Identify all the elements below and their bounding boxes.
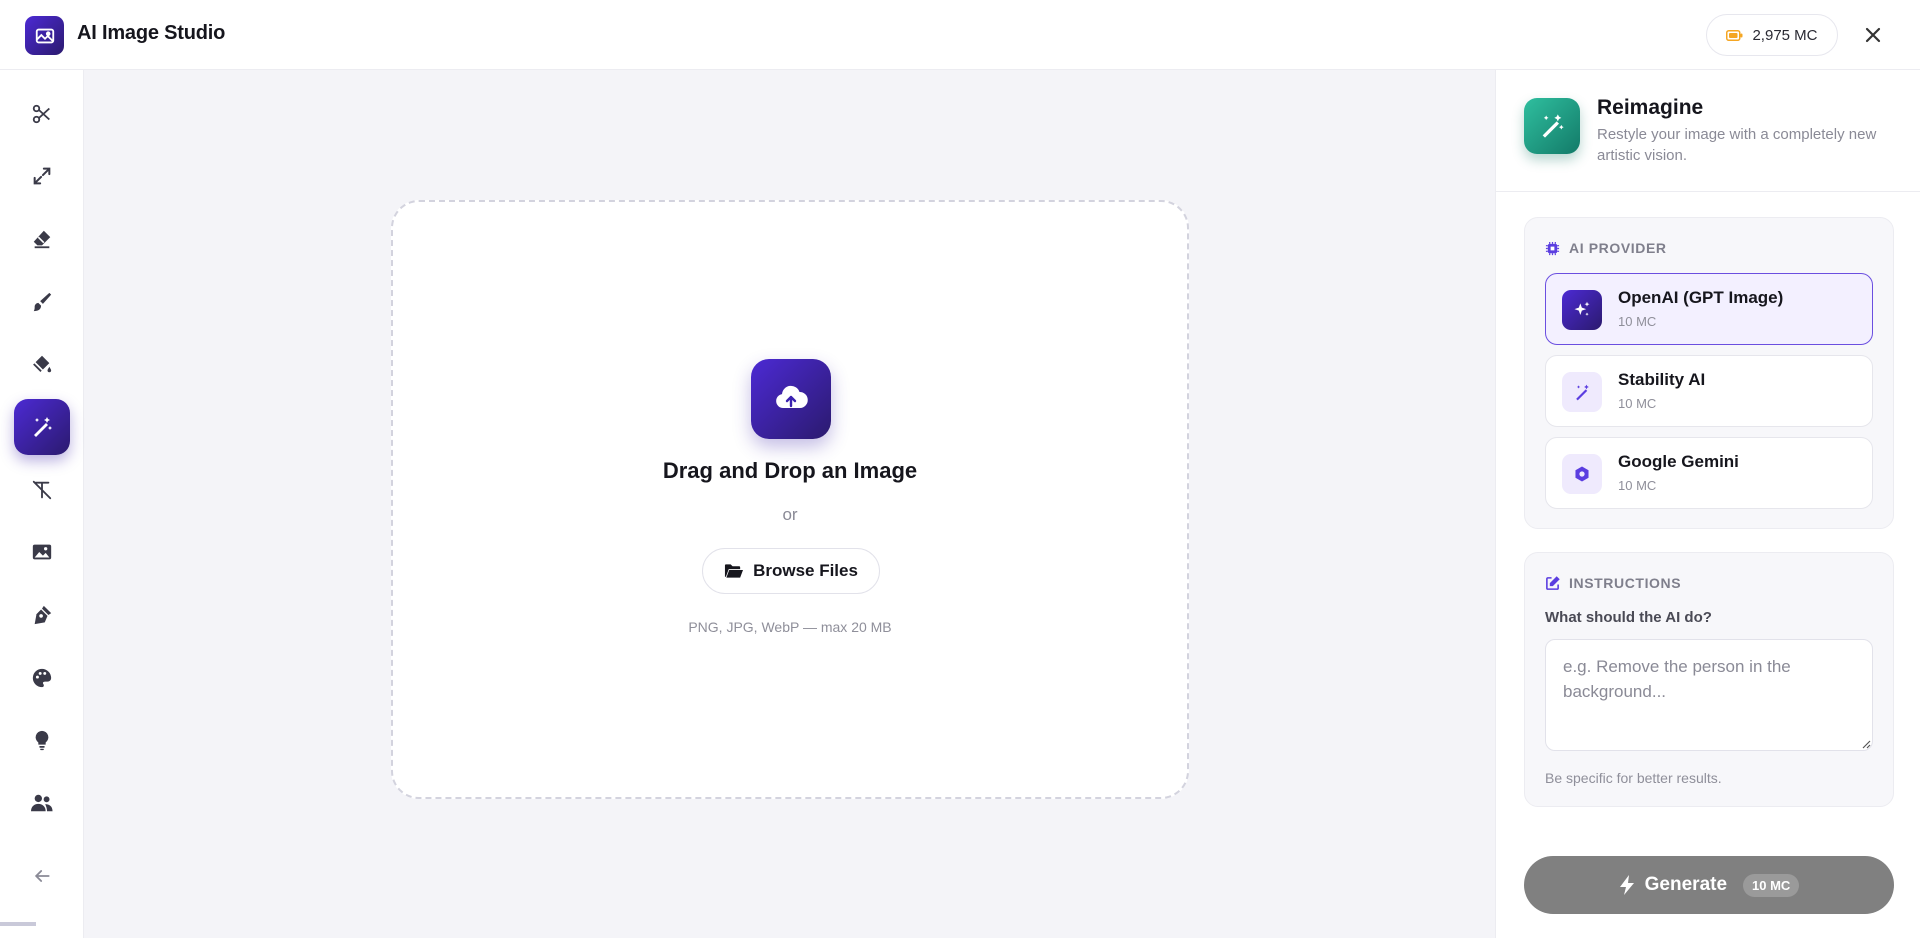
- reimagine-panel: Reimagine Restyle your image with a comp…: [1495, 70, 1920, 938]
- pen-nib-icon: [34, 605, 52, 625]
- dropzone-or: or: [782, 505, 798, 524]
- provider-cost: 10 MC: [1618, 314, 1657, 329]
- magic-wand-icon: [1542, 114, 1564, 138]
- tool-image[interactable]: [14, 524, 70, 580]
- provider-option-openai[interactable]: OpenAI (GPT Image) 10 MC: [1545, 273, 1873, 345]
- chip-icon: [1545, 241, 1560, 255]
- scissors-icon: [32, 104, 50, 124]
- collapse-sidebar-button[interactable]: [14, 848, 70, 904]
- ai-provider-label: AI PROVIDER: [1569, 240, 1667, 256]
- resize-grip-icon[interactable]: [1861, 739, 1871, 749]
- paint-bucket-icon: [33, 355, 52, 373]
- eraser-icon: [33, 230, 51, 249]
- provider-name: OpenAI (GPT Image): [1618, 288, 1784, 307]
- instructions-label: INSTRUCTIONS: [1569, 575, 1682, 591]
- expand-icon: [33, 167, 51, 185]
- panel-header: Reimagine Restyle your image with a comp…: [1496, 70, 1920, 192]
- image-dropzone[interactable]: Drag and Drop an Image or Browse Files P…: [391, 200, 1189, 799]
- tool-sidebar: [0, 70, 84, 938]
- instructions-question: What should the AI do?: [1545, 609, 1712, 626]
- image-icon: [35, 28, 54, 43]
- tool-people[interactable]: [14, 775, 70, 831]
- instructions-card: INSTRUCTIONS What should the AI do? Be s…: [1524, 552, 1894, 807]
- users-icon: [31, 794, 53, 812]
- credits-amount: 2,975 MC: [1752, 26, 1818, 44]
- top-bar: AI Image Studio 2,975 MC: [0, 0, 1920, 70]
- generate-cost-badge: 10 MC: [1743, 873, 1800, 897]
- magic-wand-icon: [1575, 384, 1589, 400]
- browse-files-label: Browse Files: [753, 561, 858, 580]
- text-remove-icon: [32, 480, 52, 500]
- tool-fill[interactable]: [14, 336, 70, 392]
- provider-option-stability[interactable]: Stability AI 10 MC: [1545, 355, 1873, 427]
- openai-badge: [1562, 290, 1602, 330]
- sparkles-icon: [1574, 301, 1590, 316]
- credits-badge[interactable]: 2,975 MC: [1706, 14, 1838, 56]
- provider-name: Google Gemini: [1618, 452, 1739, 471]
- generate-label: Generate: [1644, 874, 1728, 895]
- tool-cutout[interactable]: [14, 86, 70, 142]
- upload-badge: [751, 359, 831, 439]
- arrow-left-icon: [34, 870, 50, 882]
- tool-remove-text[interactable]: [14, 462, 70, 518]
- tool-upscale[interactable]: [14, 148, 70, 204]
- tool-ideas[interactable]: [14, 712, 70, 768]
- dropzone-title: Drag and Drop an Image: [662, 458, 918, 483]
- close-icon: [1865, 27, 1881, 43]
- image-icon: [32, 544, 52, 560]
- tool-reimagine[interactable]: [14, 399, 70, 455]
- instructions-heading: INSTRUCTIONS: [1545, 575, 1681, 591]
- panel-subtitle: Restyle your image with a completely new…: [1597, 126, 1877, 164]
- provider-name: Stability AI: [1618, 370, 1706, 389]
- instructions-tip: Be specific for better results.: [1545, 770, 1722, 786]
- tool-vector[interactable]: [14, 587, 70, 643]
- battery-icon: [1726, 29, 1743, 41]
- edit-icon: [1546, 575, 1560, 590]
- tool-palette[interactable]: [14, 650, 70, 706]
- close-button[interactable]: [1858, 20, 1888, 50]
- sidebar-scrollbar[interactable]: [0, 922, 36, 926]
- lightning-icon: [1619, 875, 1634, 895]
- tool-brush[interactable]: [14, 274, 70, 330]
- ai-provider-heading: AI PROVIDER: [1545, 240, 1667, 256]
- app-title: AI Image Studio: [77, 22, 226, 44]
- brush-icon: [33, 292, 52, 312]
- folder-open-icon: [725, 564, 744, 578]
- cloud-upload-icon: [776, 385, 808, 408]
- provider-cost: 10 MC: [1618, 478, 1657, 493]
- reimagine-badge: [1524, 98, 1580, 154]
- generate-button[interactable]: Generate 10 MC: [1524, 856, 1894, 914]
- gemini-badge: [1562, 454, 1602, 494]
- provider-cost: 10 MC: [1618, 396, 1657, 411]
- app-logo: [25, 16, 64, 55]
- stability-badge: [1562, 372, 1602, 412]
- hexagon-gear-icon: [1575, 466, 1589, 482]
- magic-wand-icon: [34, 417, 52, 437]
- lightbulb-icon: [35, 730, 49, 751]
- browse-files-button[interactable]: Browse Files: [702, 548, 880, 594]
- instructions-textarea[interactable]: [1545, 639, 1873, 751]
- provider-option-gemini[interactable]: Google Gemini 10 MC: [1545, 437, 1873, 509]
- dropzone-hint: PNG, JPG, WebP — max 20 MB: [688, 619, 892, 635]
- ai-provider-card: AI PROVIDER OpenAI (GPT Image) 10 MC Sta…: [1524, 217, 1894, 529]
- tool-eraser[interactable]: [14, 211, 70, 267]
- panel-title: Reimagine: [1597, 96, 1704, 119]
- palette-icon: [32, 668, 52, 688]
